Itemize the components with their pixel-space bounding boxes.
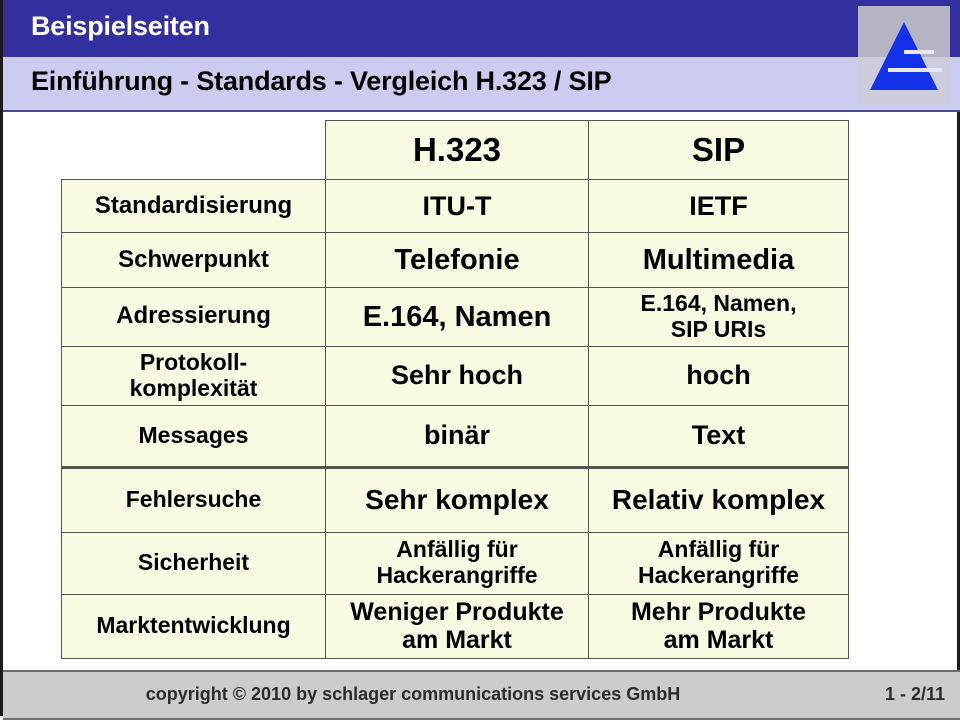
logo-stripe-upper-icon bbox=[904, 50, 934, 54]
row-label: Marktentwicklung bbox=[61, 593, 326, 659]
table-row: Schwerpunkt Telefonie Multimedia bbox=[61, 232, 849, 288]
cell-h323: Sehr hoch bbox=[325, 345, 589, 406]
column-header-h323: H.323 bbox=[325, 120, 589, 180]
cell-h323: Telefonie bbox=[325, 232, 589, 288]
row-label: Fehlersuche bbox=[61, 465, 326, 533]
logo-stripe-lower-icon bbox=[888, 68, 942, 72]
cell-sip: Text bbox=[588, 404, 849, 468]
logo-container bbox=[858, 6, 950, 104]
cell-h323: ITU-T bbox=[325, 179, 589, 233]
table-row: Standardisierung ITU-T IETF bbox=[61, 179, 849, 233]
table-row: Marktentwicklung Weniger Produkte am Mark… bbox=[61, 593, 849, 659]
slide: Beispielseiten Einführung - Standards - … bbox=[0, 0, 960, 720]
row-label: Sicherheit bbox=[61, 531, 326, 595]
table-row: Fehlersuche Sehr komplex Relativ komplex bbox=[61, 465, 849, 533]
blue-triangle-logo-icon bbox=[870, 22, 938, 90]
table-row: Messages binär Text bbox=[61, 404, 849, 468]
row-label: Adressierung bbox=[61, 287, 326, 347]
comparison-table: H.323 SIP Standardisierung ITU-T IETF Sc… bbox=[61, 120, 849, 659]
cell-sip: IETF bbox=[588, 179, 849, 233]
cell-sip: hoch bbox=[588, 345, 849, 406]
table-corner-cell bbox=[61, 120, 326, 180]
cell-sip: Multimedia bbox=[588, 232, 849, 288]
cell-h323: binär bbox=[325, 404, 589, 468]
cell-h323: Sehr komplex bbox=[325, 465, 589, 533]
row-label: Standardisierung bbox=[61, 179, 326, 233]
table-row: Sicherheit Anfällig für Hackerangriffe An… bbox=[61, 531, 849, 595]
cell-h323: E.164, Namen bbox=[325, 287, 589, 347]
page-title: Beispielseiten bbox=[31, 11, 210, 41]
footer-bar: copyright © 2010 by schlager communicati… bbox=[3, 670, 960, 720]
table-row: Protokoll-komplexität Sehr hoch hoch bbox=[61, 345, 849, 406]
cell-h323: Anfällig für Hackerangriffe bbox=[325, 531, 589, 595]
cell-h323: Weniger Produkte am Markt bbox=[325, 593, 589, 659]
cell-sip: Anfällig für Hackerangriffe bbox=[588, 531, 849, 595]
cell-sip: Mehr Produkte am Markt bbox=[588, 593, 849, 659]
page-subtitle: Einführung - Standards - Vergleich H.323… bbox=[31, 66, 612, 96]
column-header-sip: SIP bbox=[588, 120, 849, 180]
page-number: 1 - 2/11 bbox=[884, 684, 945, 704]
table-header-row: H.323 SIP bbox=[61, 120, 849, 180]
copyright-text: copyright © 2010 by schlager communicati… bbox=[145, 684, 681, 704]
table-row: Adressierung E.164, Namen E.164, Namen, S… bbox=[61, 287, 849, 347]
row-label: Protokoll-komplexität bbox=[61, 345, 326, 406]
row-label: Messages bbox=[61, 404, 326, 468]
cell-sip: Relativ komplex bbox=[588, 465, 849, 533]
cell-sip: E.164, Namen, SIP URIs bbox=[588, 287, 849, 347]
row-label: Schwerpunkt bbox=[61, 232, 326, 288]
